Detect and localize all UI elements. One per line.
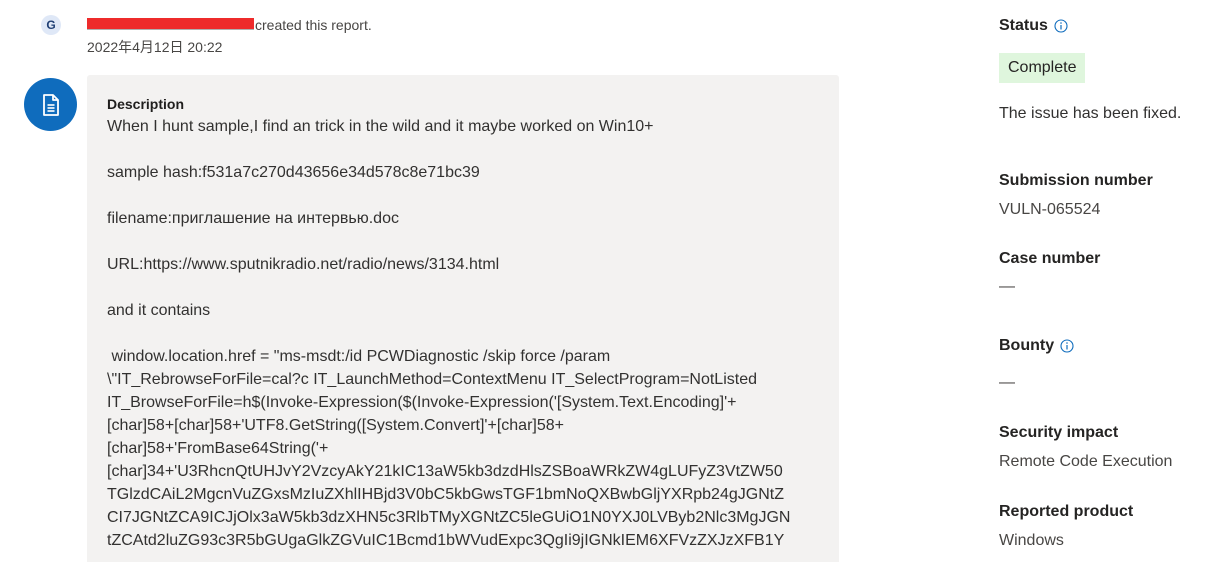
submission-number-label: Submission number: [999, 172, 1153, 189]
status-label-row: Status: [999, 17, 1068, 35]
status-info-icon[interactable]: [1054, 19, 1068, 33]
bounty-value: —: [999, 374, 1015, 391]
bounty-label: Bounty: [999, 337, 1055, 354]
redacted-username: [87, 18, 254, 29]
case-number-value: —: [999, 278, 1015, 295]
document-icon: [42, 93, 59, 116]
description-card: Description When I hunt sample,I find an…: [87, 75, 839, 562]
status-note: The issue has been fixed.: [999, 105, 1182, 122]
redaction-underline: [87, 29, 254, 30]
created-timestamp: 2022年4月12日 20:22: [87, 39, 223, 55]
description-heading: Description: [107, 96, 185, 112]
description-body[interactable]: When I hunt sample,I find an trick in th…: [107, 115, 822, 552]
bounty-info-icon[interactable]: [1060, 339, 1074, 353]
submission-number-value: VULN-065524: [999, 201, 1101, 218]
bounty-label-row: Bounty: [999, 337, 1074, 355]
description-badge: [24, 78, 77, 131]
reported-product-label: Reported product: [999, 503, 1134, 520]
description-content: Description When I hunt sample,I find an…: [107, 96, 822, 552]
user-avatar[interactable]: G: [41, 15, 61, 35]
report-page: G created this report. 2022年4月12日 20:22 …: [0, 0, 1212, 562]
security-impact-label: Security impact: [999, 424, 1119, 441]
case-number-label: Case number: [999, 250, 1101, 267]
security-impact-value: Remote Code Execution: [999, 453, 1173, 470]
created-report-text: created this report.: [255, 17, 372, 33]
reported-product-value: Windows: [999, 532, 1064, 549]
status-badge: Complete: [999, 53, 1086, 83]
status-label: Status: [999, 17, 1048, 34]
